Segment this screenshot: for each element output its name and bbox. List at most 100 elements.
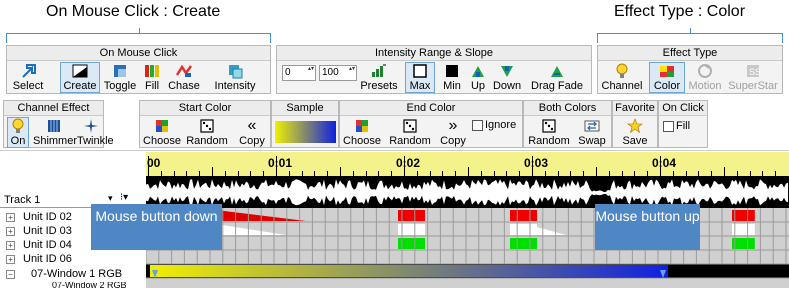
motion-type-button: Motion <box>687 63 723 92</box>
channel-row-unit-06[interactable]: + Unit ID 06 <box>6 253 72 265</box>
select-button[interactable]: Select <box>11 63 45 92</box>
callout-mouse-down: Mouse button down <box>91 204 222 250</box>
start-copy-button[interactable]: « Copy <box>236 117 268 148</box>
ruler-tick <box>340 167 341 176</box>
presets-button[interactable]: Presets <box>359 63 399 92</box>
channel-row-unit-03[interactable]: + Unit ID 03 <box>6 225 72 237</box>
fill-button[interactable]: Fill <box>141 63 163 92</box>
color-palette-icon <box>660 66 674 77</box>
both-random-button[interactable]: Random <box>527 118 571 147</box>
track-menu-icon[interactable]: ⁝▾ <box>120 192 128 203</box>
expand-icon[interactable]: + <box>6 254 15 264</box>
up-button[interactable]: Up <box>467 63 489 92</box>
end-color-title: End Color <box>340 101 522 116</box>
expand-icon[interactable]: + <box>6 240 15 250</box>
intensity-icon <box>229 65 243 79</box>
created-gradient-effect <box>150 265 668 277</box>
intensity-label: Intensity <box>214 80 256 92</box>
effect-type-title: Effect Type <box>598 46 782 61</box>
end-copy-button[interactable]: » Copy <box>436 118 470 148</box>
swap-label: Swap <box>578 135 606 147</box>
superstar-type-label: SuperStar <box>728 80 778 92</box>
double-chevron-left-icon: « <box>247 117 257 134</box>
color-grid-icon <box>356 120 368 132</box>
down-button[interactable]: Down <box>491 63 523 92</box>
ruler-label-3: 0:03 <box>524 156 549 170</box>
ignore-label: Ignore <box>485 119 517 131</box>
start-choose-label: Choose <box>143 135 181 147</box>
up-label: Up <box>470 80 486 92</box>
ribbon-divider <box>0 150 789 151</box>
collapse-icon[interactable]: − <box>6 269 15 279</box>
end-choose-label: Choose <box>343 135 381 147</box>
ruler-tick <box>212 167 213 176</box>
channel-type-button[interactable]: Channel <box>601 63 643 92</box>
grid-row <box>146 250 789 264</box>
fill-checkbox[interactable]: Fill <box>663 120 690 132</box>
end-choose-button[interactable]: Choose <box>342 118 382 147</box>
start-color-group: Start Color Choose Random « Copy <box>139 100 271 148</box>
min-button[interactable]: Min <box>440 63 464 92</box>
chase-button[interactable]: Chase <box>167 63 201 92</box>
drag-fade-button[interactable]: Drag Fade <box>529 63 585 92</box>
shimmer-button[interactable]: Shimmer <box>33 118 77 147</box>
grid-row <box>146 278 789 288</box>
track-name: Track 1 <box>4 194 41 206</box>
sample-group: Sample <box>271 100 339 148</box>
color-type-button[interactable]: Color <box>649 62 685 93</box>
twinkle-button[interactable]: Twinkle <box>77 118 114 147</box>
star-icon <box>627 118 643 134</box>
intensity-min-spinner[interactable]: 0 <box>282 65 316 81</box>
on-click-title: On Click <box>659 101 707 116</box>
ruler-tick <box>468 167 469 176</box>
favorite-group: Favorite Save <box>612 100 658 148</box>
both-colors-group: Both Colors Random Swap <box>523 100 612 148</box>
ignore-checkbox[interactable]: Ignore <box>472 119 516 131</box>
track-dropdown-icon[interactable]: ▾ <box>108 193 113 204</box>
end-random-button[interactable]: Random <box>388 118 432 147</box>
start-random-button[interactable]: Random <box>186 118 228 147</box>
waveform-shape <box>146 179 788 206</box>
expand-icon[interactable]: + <box>6 226 15 236</box>
channel-row-label: Unit ID 03 <box>23 225 72 237</box>
create-button[interactable]: Create <box>60 62 100 93</box>
channel-row-label: Unit ID 04 <box>23 239 72 251</box>
channel-row-unit-02[interactable]: + Unit ID 02 <box>6 211 72 223</box>
annotation-effect-type-title: Effect Type : Color <box>614 3 746 20</box>
channel-row-window2[interactable]: 07-Window 2 RGB <box>52 282 127 288</box>
fill-icon <box>145 65 159 77</box>
chase-label: Chase <box>168 80 200 92</box>
swap-button[interactable]: Swap <box>576 118 608 147</box>
start-choose-button[interactable]: Choose <box>142 118 182 147</box>
start-random-label: Random <box>186 135 228 147</box>
sample-title: Sample <box>272 101 338 116</box>
toggle-button[interactable]: Toggle <box>103 63 137 92</box>
intensity-button[interactable]: Intensity <box>205 63 265 92</box>
red-cell-block <box>510 210 537 221</box>
save-favorite-button[interactable]: Save <box>619 118 651 147</box>
channel-row-window1[interactable]: − 07-Window 1 RGB <box>6 268 122 280</box>
ruler-label-2: 0:02 <box>396 156 421 170</box>
down-label: Down <box>492 80 522 92</box>
ramp-up-icon <box>472 66 484 77</box>
annotation-mouse-click-title: On Mouse Click : Create <box>46 3 221 20</box>
shimmer-icon <box>48 120 60 132</box>
max-button[interactable]: Max <box>405 62 435 93</box>
min-label: Min <box>443 80 461 92</box>
annotation-bracket-right <box>597 28 783 43</box>
save-favorite-label: Save <box>622 135 648 147</box>
end-color-group: End Color Choose Random » Copy Ignore <box>339 100 523 148</box>
ignore-checkbox-box[interactable] <box>472 119 483 131</box>
twinkle-sparkle-icon <box>84 119 98 133</box>
expand-icon[interactable]: + <box>6 212 15 222</box>
annotation-bracket-left <box>6 28 271 43</box>
superstar-icon: SS <box>747 65 761 77</box>
channel-type-label: Channel <box>601 80 643 92</box>
select-label: Select <box>12 80 44 92</box>
on-effect-button[interactable]: On <box>7 117 29 148</box>
intensity-max-spinner[interactable]: 100 <box>319 65 357 81</box>
intensity-range-title: Intensity Range & Slope <box>277 46 591 61</box>
channel-row-unit-04[interactable]: + Unit ID 04 <box>6 239 72 251</box>
fill-checkbox-box[interactable] <box>663 120 674 132</box>
green-cell-block <box>510 238 537 249</box>
